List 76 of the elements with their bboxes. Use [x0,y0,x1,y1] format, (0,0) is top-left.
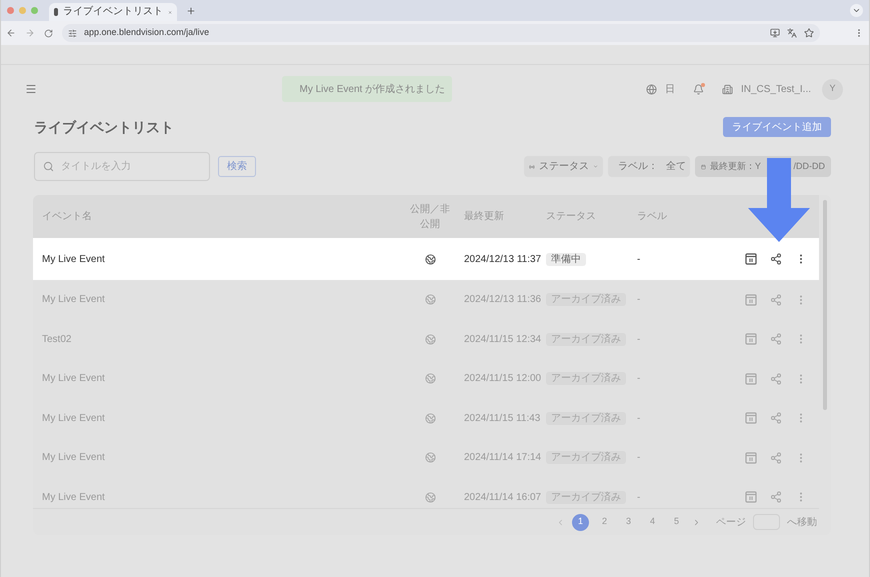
install-icon[interactable] [770,28,780,38]
avatar[interactable]: Y [822,78,843,100]
building-icon [722,84,733,94]
search-field[interactable]: タイトルを入力 [34,152,210,181]
url-text: app.one.blendvision.com/ja/live [84,26,210,40]
notification-button[interactable] [692,84,704,94]
column-header: ステータス [546,210,597,224]
page-number[interactable]: 1 [572,514,589,530]
language-icon[interactable] [646,84,657,94]
favicon-icon [54,8,58,16]
updated-time: 2024/11/14 16:07 [463,490,542,505]
globe-icon [424,452,436,464]
search-button[interactable]: 検索 [218,156,256,177]
globe-icon [424,373,436,384]
page-title: ライブイベントリスト [34,118,174,136]
column-header: ラベル [637,210,668,224]
globe-icon [424,254,436,264]
share-icon[interactable] [770,253,782,265]
event-name[interactable]: My Live Event [33,252,402,266]
event-name[interactable]: My Live Event [33,490,402,505]
tab-list-button[interactable] [850,4,863,17]
label-value: - [637,252,642,266]
column-header: 公開／非公開 [409,202,451,232]
globe-icon [424,334,436,345]
organization-name[interactable]: IN_CS_Test_I... [740,82,811,96]
browser-tab[interactable]: ライブイベントリスト [49,3,177,21]
page-number[interactable]: 5 [668,514,685,530]
site-settings-icon[interactable] [68,28,77,38]
event-name[interactable]: My Live Event [33,410,402,426]
event-name[interactable]: My Live Event [33,292,402,308]
column-header: イベント名 [41,210,93,224]
updated-time: 2024/12/13 11:36 [463,293,542,308]
reload-icon[interactable] [44,28,53,38]
updated-time: 2024/11/14 17:14 [463,451,542,466]
toast-message: My Live Event が作成されました [299,82,446,96]
label-value: - [637,490,642,505]
page-label: ページ [716,516,746,530]
language-label[interactable]: 日 [664,82,675,96]
search-icon [43,161,54,172]
updated-time: 2024/11/15 11:43 [463,412,542,426]
label-value: - [637,451,642,466]
new-tab-icon[interactable] [186,6,196,16]
label-filter[interactable]: ラベル： 全て [608,156,690,177]
back-icon[interactable] [6,28,16,38]
status-filter[interactable]: ステータス [524,156,603,177]
column-header: 最終更新 [463,210,505,224]
label-value: - [637,332,642,347]
updated-time: 2024/11/15 12:00 [463,372,542,386]
event-name[interactable]: My Live Event [33,371,402,386]
previous-page-icon[interactable] [556,518,565,526]
globe-icon [424,492,436,503]
panel-icon[interactable] [745,253,757,265]
updated-time: 2024/11/15 12:34 [463,332,542,347]
updated-time: 2024/12/13 11:37 [463,252,542,266]
status-badge: 準備中 [546,252,586,266]
tab-title: ライブイベントリスト [62,7,163,17]
go-label: へ移動 [787,516,817,530]
next-page-icon[interactable] [692,518,701,526]
label-value: - [637,293,642,308]
page-number[interactable]: 2 [596,514,613,530]
page-number[interactable]: 4 [644,514,661,530]
forward-icon[interactable] [25,28,35,38]
bookmark-icon[interactable] [804,28,814,38]
globe-icon [424,294,436,306]
event-name[interactable]: My Live Event [33,450,402,466]
page-number[interactable]: 3 [620,514,637,530]
menu-icon[interactable] [25,83,37,95]
chevron-down-icon [852,6,861,15]
event-name[interactable]: Test02 [33,332,402,347]
table-row[interactable]: My Live Event 2024/12/13 11:37 準備中 - [33,238,819,280]
address-bar[interactable]: app.one.blendvision.com/ja/live [62,24,820,42]
add-live-event-button[interactable]: ライブイベント追加 [723,117,831,137]
translate-icon[interactable] [787,28,797,38]
globe-icon [424,412,436,424]
label-value: - [637,412,642,426]
label-value: - [637,372,642,386]
